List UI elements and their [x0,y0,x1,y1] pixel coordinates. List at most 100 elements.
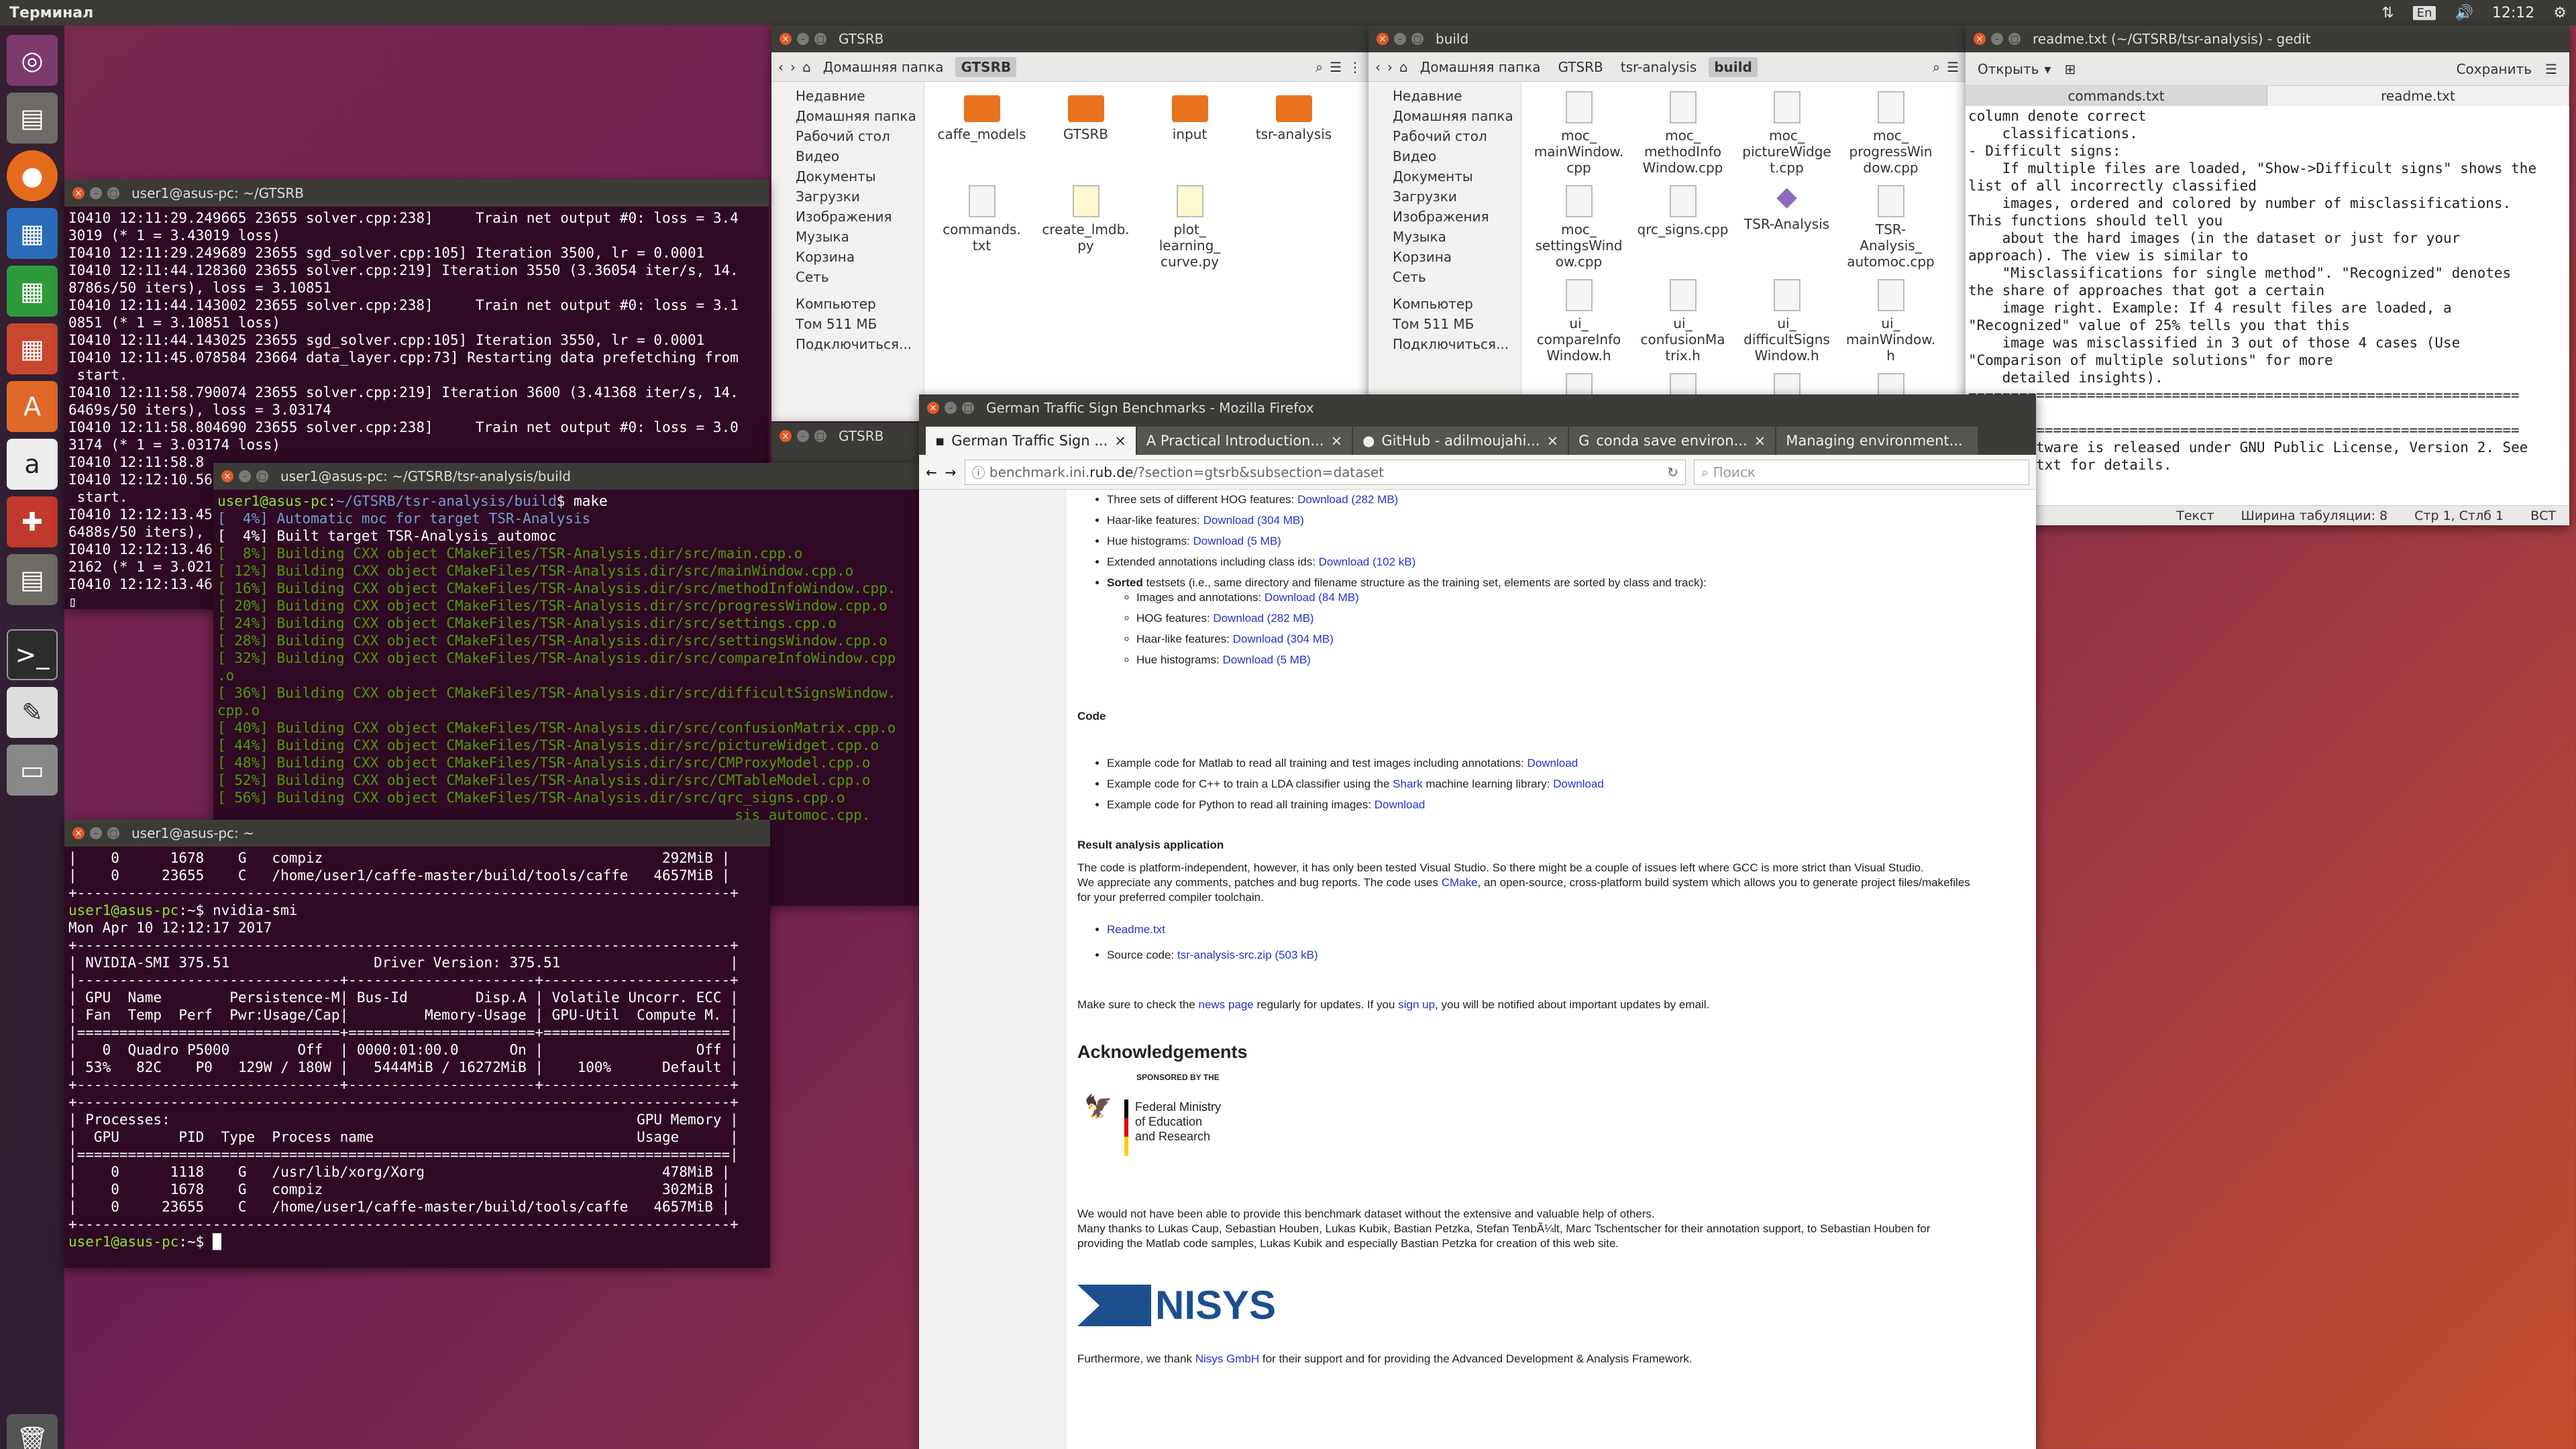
search-input[interactable]: ⌕ Поиск [1694,459,2029,485]
close-tab-icon[interactable]: × [1546,433,1558,449]
cmake-link[interactable]: CMake [1442,876,1478,889]
file-item[interactable]: ◆ TSR-Analysis [1735,181,1839,275]
tab-commands-txt[interactable]: commands.txt [1966,86,2267,106]
maximize-icon[interactable]: □ [814,33,826,45]
tab-width-dropdown[interactable]: Ширина табуляции: 8 [2241,508,2388,523]
sidebar-item[interactable]: Загрузки [1368,186,1521,207]
sidebar-item[interactable]: Компьютер [1368,294,1521,314]
sidebar-item[interactable]: Недавние [1368,86,1521,106]
download-link[interactable]: Download (5 MB) [1193,535,1281,547]
file-item[interactable]: ui_ confusionMa trix.h [1631,275,1735,369]
maximize-icon[interactable]: □ [962,402,974,414]
title-bar[interactable]: × – □ GTSRB [771,423,926,449]
sidebar-item[interactable]: Документы [1368,166,1521,186]
software-center-icon[interactable]: A [7,381,58,432]
clock[interactable]: 12:12 [2492,5,2534,21]
forward-icon[interactable]: → [945,464,957,480]
shark-link[interactable]: Shark [1393,777,1422,790]
close-icon[interactable]: × [1377,33,1389,45]
file-item[interactable]: moc_ pictureWidge t.cpp [1735,87,1839,181]
sidebar-item[interactable]: Том 511 МБ [771,314,924,334]
file-item[interactable]: ui_ compareInfo Window.h [1527,275,1631,369]
sidebar-item[interactable]: Изображения [771,207,924,227]
breadcrumb-home[interactable]: Домашняя папка [818,57,949,77]
breadcrumb-gtsrb[interactable]: GTSRB [1552,57,1608,77]
terminal-output[interactable]: | 0 1678 G compiz 292MiB | | 0 23655 C /h… [64,847,770,1268]
keyboard-layout-indicator[interactable]: En [2412,5,2436,20]
file-item[interactable]: create_lmdb. py [1034,181,1138,275]
sidebar-item[interactable]: Документы [771,166,924,186]
tab-github[interactable]: ● GitHub - adilmoujahi... × [1353,427,1568,455]
title-bar[interactable]: × – □ user1@asus-pc: ~ [64,820,770,847]
tab-gtsrb[interactable]: ▪ German Traffic Sign ... × [926,427,1136,455]
title-bar[interactable]: × – □ German Traffic Sign Benchmarks - Moz… [919,394,2036,421]
close-icon[interactable]: × [1974,33,1986,45]
file-item[interactable]: TSR- Analysis_ automoc.cpp [1839,181,1943,275]
forward-icon[interactable]: › [790,59,796,75]
syntax-mode-dropdown[interactable]: Текст [2176,508,2214,523]
breadcrumb-tsr-analysis[interactable]: tsr-analysis [1615,57,1702,77]
terminal-icon[interactable]: >_ [7,629,58,680]
terminal-window-home[interactable]: × – □ user1@asus-pc: ~ | 0 1678 G compiz 2… [64,820,770,1268]
sidebar-item[interactable]: Домашняя папка [1368,106,1521,126]
nisys-link[interactable]: Nisys GmbH [1195,1352,1259,1365]
file-item[interactable]: moc_ settingsWind ow.cpp [1527,181,1631,275]
sidebar-item[interactable]: Том 511 МБ [1368,314,1521,334]
view-list-icon[interactable]: ☰ [1330,59,1342,75]
forward-icon[interactable]: › [1387,59,1393,75]
minimize-icon[interactable]: – [945,402,957,414]
close-icon[interactable]: × [221,470,233,482]
firefox-window[interactable]: × – □ German Traffic Sign Benchmarks - Moz… [919,394,2036,1449]
minimize-icon[interactable]: – [1394,33,1406,45]
new-tab-icon[interactable]: ⊞ [2064,61,2076,77]
search-icon[interactable]: ⌕ [1316,59,1323,75]
close-icon[interactable]: × [927,402,939,414]
sidebar-item[interactable]: Сеть [771,267,924,287]
back-icon[interactable]: ‹ [1375,59,1381,75]
url-bar[interactable]: ⓘ benchmark.ini. rub.de/?section=gtsrb&su… [964,459,1686,485]
volume-icon[interactable]: 🔊 [2455,5,2473,21]
cursor-position[interactable]: Стр 1, Стлб 1 [2414,508,2504,523]
minimize-icon[interactable]: – [797,33,809,45]
files-icon[interactable]: ▤ [7,554,58,605]
sidebar-item[interactable]: Видео [771,146,924,166]
minimize-icon[interactable]: – [90,187,102,199]
sidebar-item[interactable]: Домашняя папка [771,106,924,126]
maximize-icon[interactable]: □ [2008,33,2021,45]
file-item[interactable]: tsr-analysis [1242,87,1346,181]
title-bar[interactable]: × – □ readme.txt (~/GTSRB/tsr-analysis) - … [1966,25,2569,52]
sidebar-item[interactable]: Компьютер [771,294,924,314]
tab-managing-env[interactable]: Managing environment... [1776,427,1978,455]
minimize-icon[interactable]: – [1991,33,2003,45]
settings-gear-icon[interactable]: ⚙ [2553,5,2567,21]
title-bar[interactable]: × – □ build [1368,25,1966,52]
close-icon[interactable]: × [72,187,85,199]
breadcrumb-gtsrb[interactable]: GTSRB [955,56,1017,77]
chevron-down-icon[interactable]: ▾ [2044,61,2051,77]
sidebar-item[interactable]: Недавние [771,86,924,106]
sidebar-item[interactable]: Корзина [1368,247,1521,267]
download-link[interactable]: Download (304 MB) [1203,514,1304,527]
title-bar[interactable]: × – □ GTSRB [771,25,1368,52]
close-icon[interactable]: × [780,430,792,442]
impress-icon[interactable]: ▦ [7,323,58,374]
sidebar-item[interactable]: Подключиться... [771,334,924,354]
ubuntu-dash-icon[interactable]: ◎ [7,35,58,86]
writer-icon[interactable]: ▦ [7,208,58,259]
download-link[interactable]: Download [1553,777,1604,790]
download-link[interactable]: Download (84 MB) [1265,591,1359,604]
page-viewport[interactable]: Three sets of different HOG features: Do… [919,490,2036,1449]
file-item[interactable]: qrc_signs.cpp [1631,181,1735,275]
save-button[interactable]: Сохранить [2457,61,2532,77]
download-link[interactable]: Download (304 MB) [1233,633,1334,645]
network-icon[interactable]: ⇅ [2381,5,2394,21]
menu-icon[interactable]: ☰ [2545,61,2557,77]
info-icon[interactable]: ⓘ [972,462,985,482]
text-editor-icon[interactable]: ✎ [7,687,58,738]
gedit-text-area[interactable]: column denote correct classifications. - … [1966,106,2569,475]
close-icon[interactable]: × [72,827,85,839]
minimize-icon[interactable]: – [797,430,809,442]
breadcrumb-home[interactable]: Домашняя папка [1415,57,1546,77]
sidebar-item[interactable]: Рабочий стол [771,126,924,146]
tab-readme-txt[interactable]: readme.txt [2267,86,2569,106]
